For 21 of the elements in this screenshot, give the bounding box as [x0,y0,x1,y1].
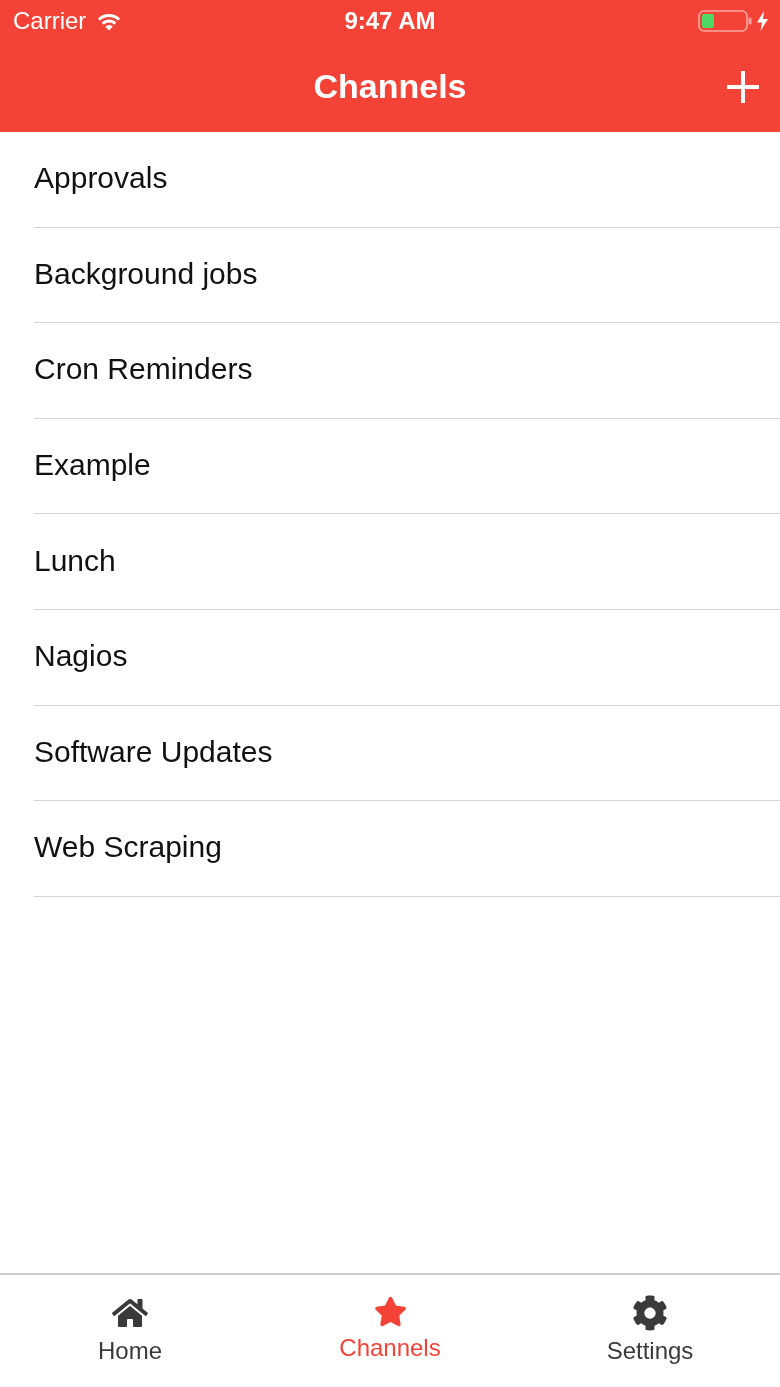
channel-item[interactable]: Web Scraping [34,801,780,897]
plus-icon [726,70,760,104]
charging-bolt-icon [757,11,768,31]
tab-item[interactable]: Channels [337,1295,443,1363]
channel-item[interactable]: Cron Reminders [34,323,780,419]
carrier-label: Carrier [13,9,87,33]
star-icon [373,1295,407,1328]
settings-icon [632,1295,668,1331]
channel-item[interactable]: Lunch [34,514,780,610]
channel-item[interactable]: Software Updates [34,705,780,802]
battery-icon [698,10,752,32]
tab-item[interactable]: Home [96,1295,164,1366]
wifi-icon [96,11,123,31]
tab-item[interactable]: Settings [604,1295,696,1366]
channel-item[interactable]: Nagios [34,609,780,706]
channel-item[interactable]: Approvals [34,132,780,228]
status-time: 9:47 AM [344,9,436,33]
channel-item[interactable]: Background jobs [34,227,780,324]
channel-item[interactable]: Example [34,418,780,515]
add-button[interactable] [726,70,760,104]
screen-title: Channels [313,68,467,106]
